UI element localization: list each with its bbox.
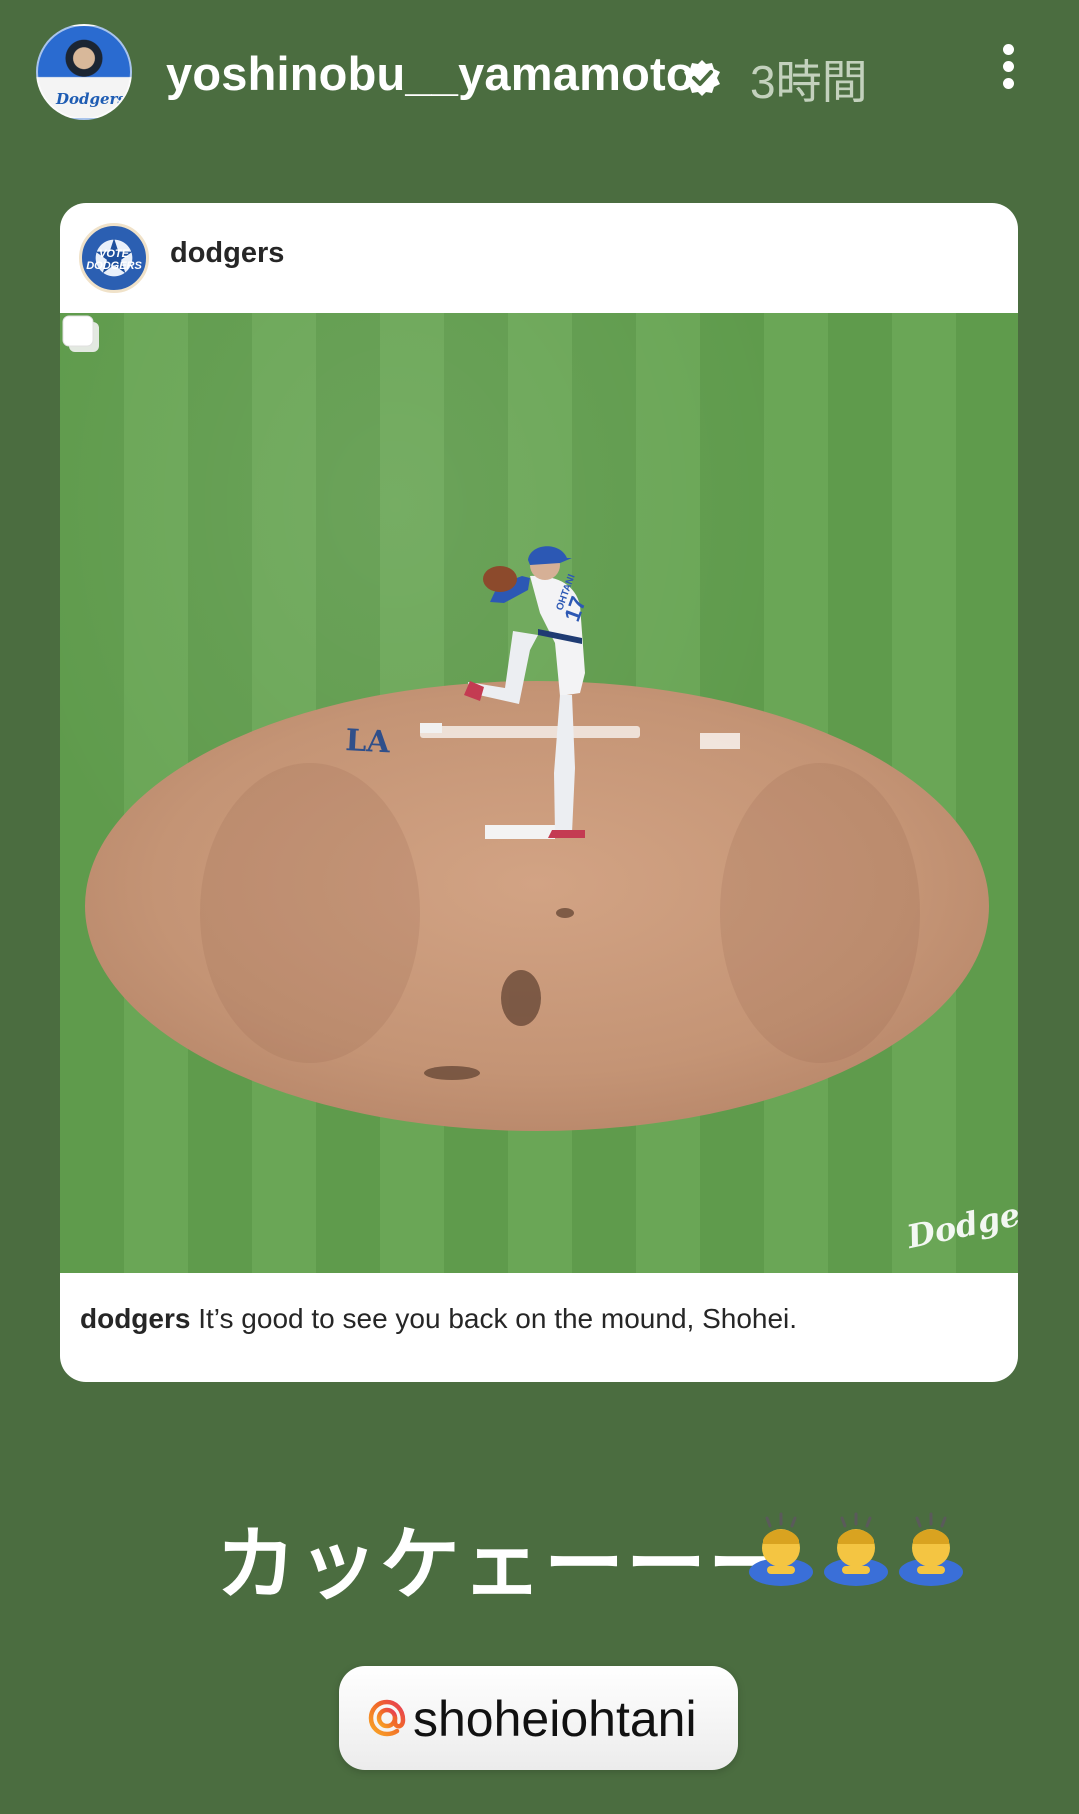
avatar-vote-text: VOTE DODGERS: [86, 248, 142, 272]
username[interactable]: yoshinobu__yamamoto: [166, 46, 695, 101]
verified-badge-icon: [684, 60, 720, 96]
bowing-person-emoji: [824, 1512, 888, 1586]
profile-avatar[interactable]: Dodgers: [36, 24, 132, 120]
post-time: 3時間: [750, 56, 868, 108]
post-photo[interactable]: LA 17 OHTANI Dodgers: [60, 313, 1018, 1273]
mention-sticker[interactable]: shoheiohtani: [339, 1666, 738, 1770]
bowing-person-emoji: [899, 1512, 963, 1586]
pitcher-mound-illustration: LA 17 OHTANI: [85, 546, 989, 1131]
shared-post-account[interactable]: dodgers: [170, 237, 284, 270]
story-text-sticker: カッケェーーー: [216, 1518, 790, 1611]
post-caption: dodgers It’s good to see you back on the…: [80, 1303, 1000, 1335]
caption-account[interactable]: dodgers: [80, 1303, 190, 1334]
shared-post-card[interactable]: ★ VOTE DODGERS dodgers LA 17 OHTANI Dodg…: [60, 203, 1018, 1382]
avatar-jersey-text: Dodgers: [56, 90, 126, 108]
caption-text: It’s good to see you back on the mound, …: [190, 1303, 798, 1334]
more-options-icon[interactable]: [996, 44, 1020, 100]
mention-handle: shoheiohtani: [413, 1691, 697, 1747]
multiple-photos-icon: [62, 315, 99, 352]
mound-logo: LA: [345, 723, 392, 760]
story-header: Dodgers yoshinobu__yamamoto 3時間: [0, 0, 1079, 160]
shared-post-header: ★ VOTE DODGERS dodgers: [60, 203, 1018, 313]
bowing-person-emoji: [749, 1512, 813, 1586]
threads-at-icon: [368, 1699, 406, 1737]
pitching-rubber: [485, 825, 555, 839]
dodgers-avatar[interactable]: ★ VOTE DODGERS: [79, 223, 149, 293]
